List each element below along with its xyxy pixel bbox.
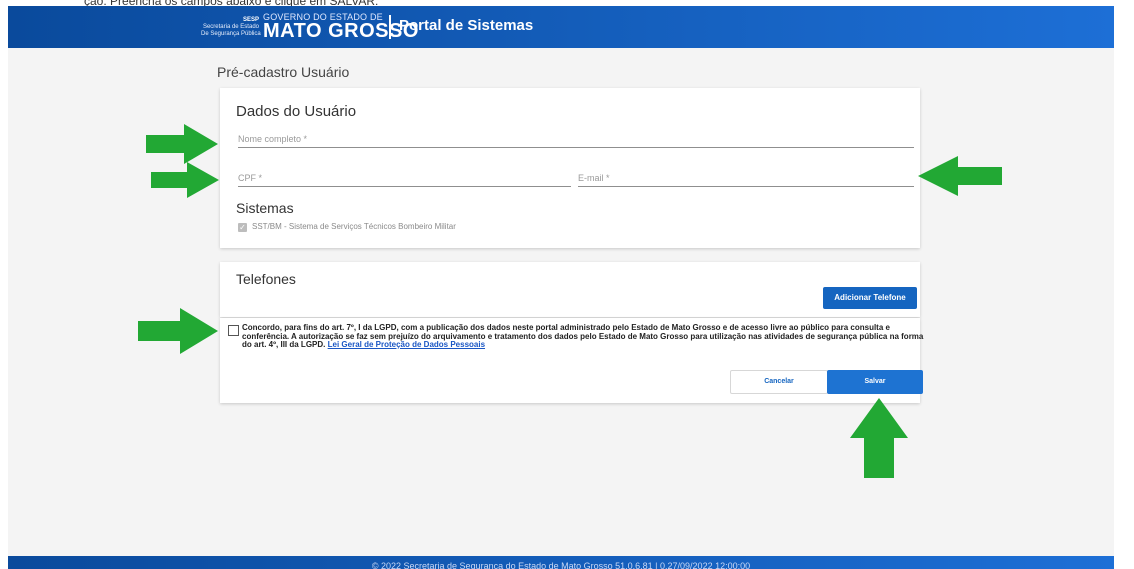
telefones-card: Telefones Adicionar Telefone xyxy=(220,262,920,317)
user-data-heading: Dados do Usuário xyxy=(236,103,357,120)
nome-completo-input[interactable] xyxy=(238,130,914,148)
sistemas-heading: Sistemas xyxy=(236,200,294,216)
browser-viewport: SESP Secretaria de Estado De Segurança P… xyxy=(8,6,1114,569)
cpf-underline xyxy=(238,186,571,187)
nome-underline xyxy=(238,147,914,148)
user-data-card: Dados do Usuário Sistemas ✓ SST/BM - Sis… xyxy=(220,88,920,248)
nome-completo-field xyxy=(238,130,914,148)
sistema-label: SST/BM - Sistema de Serviços Técnicos Bo… xyxy=(252,222,456,231)
email-field xyxy=(578,169,914,187)
arrow-right-icon xyxy=(146,124,218,164)
arrow-left-icon xyxy=(918,156,1002,196)
arrow-right-icon xyxy=(151,162,219,198)
app-footer: © 2022 Secretaria de Segurança do Estado… xyxy=(8,556,1114,569)
save-button[interactable]: Salvar xyxy=(827,370,923,394)
email-input[interactable] xyxy=(578,169,914,187)
sistema-checkbox[interactable]: ✓ xyxy=(238,223,247,232)
add-phone-button[interactable]: Adicionar Telefone xyxy=(823,287,917,309)
arrow-up-icon xyxy=(850,398,908,478)
cpf-input[interactable] xyxy=(238,169,571,187)
sesp-logo-text: SESP Secretaria de Estado De Segurança P… xyxy=(201,17,261,37)
app-header: SESP Secretaria de Estado De Segurança P… xyxy=(8,6,1114,48)
telefones-heading: Telefones xyxy=(236,271,296,287)
page-title: Pré-cadastro Usuário xyxy=(217,64,350,80)
cpf-field xyxy=(238,169,571,187)
lgpd-link[interactable]: Lei Geral de Proteção de Dados Pessoais xyxy=(328,340,485,349)
consent-text: Concordo, para fins do art. 7º, I da LGP… xyxy=(242,323,932,350)
consent-checkbox[interactable] xyxy=(228,325,239,336)
brand-divider xyxy=(389,15,391,39)
email-underline xyxy=(578,186,914,187)
state-name: MATO GROSSO xyxy=(263,20,419,42)
arrow-right-icon xyxy=(138,308,218,354)
portal-title: Portal de Sistemas xyxy=(399,17,534,34)
cancel-button[interactable]: Cancelar xyxy=(730,370,828,394)
